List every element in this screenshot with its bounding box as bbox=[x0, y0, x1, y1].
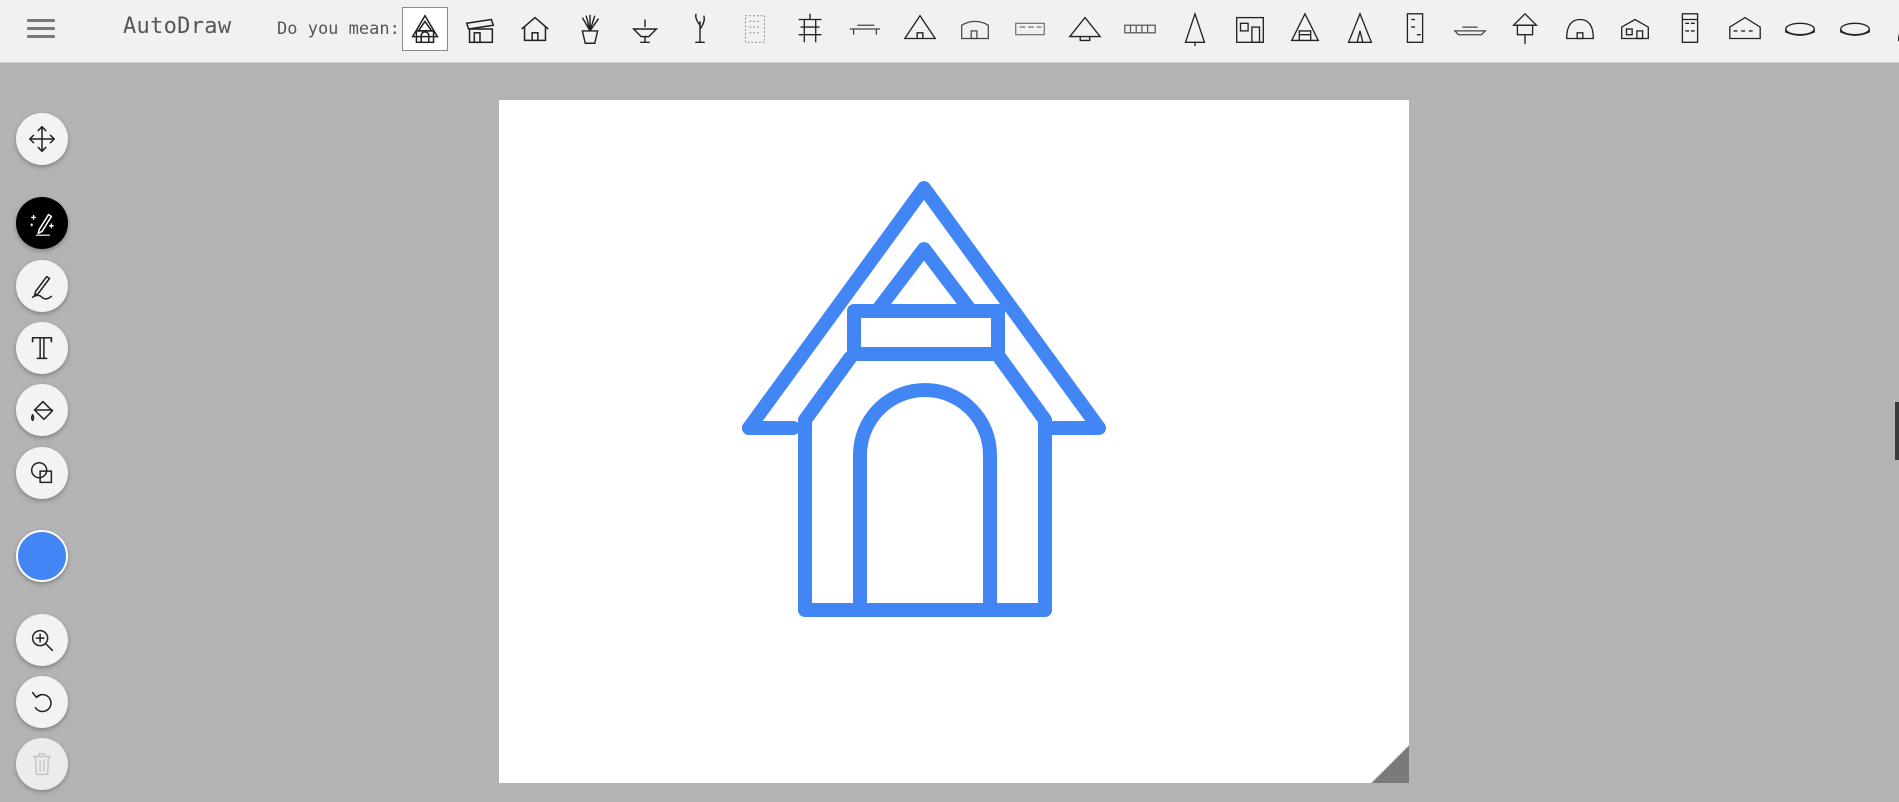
autodraw-tool[interactable] bbox=[16, 197, 68, 249]
suggestion-building-sketch[interactable] bbox=[732, 7, 778, 51]
suggestion-tipi-partial[interactable] bbox=[1887, 7, 1899, 51]
roof-beam bbox=[847, 304, 1005, 361]
suggestion-shed[interactable] bbox=[457, 7, 503, 51]
suggestion-coin[interactable] bbox=[1777, 7, 1823, 51]
scrollbar-thumb[interactable] bbox=[1895, 402, 1899, 460]
left-toolbar bbox=[0, 62, 84, 802]
suggestion-house[interactable] bbox=[512, 7, 558, 51]
suggestion-townhouse[interactable] bbox=[1667, 7, 1713, 51]
suggestion-lamp[interactable] bbox=[622, 7, 668, 51]
text-tool[interactable] bbox=[16, 322, 68, 374]
move-icon bbox=[29, 126, 55, 152]
delete-tool[interactable] bbox=[16, 738, 68, 790]
suggestion-plant-sprout[interactable] bbox=[677, 7, 723, 51]
suggestion-bridge[interactable] bbox=[842, 7, 888, 51]
suggestion-hut-2[interactable] bbox=[1062, 7, 1108, 51]
suggestion-tipi[interactable] bbox=[1337, 7, 1383, 51]
paint-bucket-icon bbox=[30, 400, 54, 422]
fill-tool[interactable] bbox=[16, 384, 68, 436]
suggestion-villa[interactable] bbox=[1722, 7, 1768, 51]
suggestion-a-frame-house[interactable] bbox=[1282, 7, 1328, 51]
canvas-resize-handle[interactable] bbox=[1370, 744, 1410, 784]
suggestion-storefront[interactable] bbox=[1227, 7, 1273, 51]
pencil-icon bbox=[31, 275, 53, 300]
app-title: AutoDraw bbox=[123, 14, 232, 39]
suggestion-tower[interactable] bbox=[1392, 7, 1438, 51]
suggestion-small-house[interactable] bbox=[1612, 7, 1658, 51]
suggestion-tree[interactable] bbox=[1172, 7, 1218, 51]
suggestion-cottage[interactable] bbox=[952, 7, 998, 51]
hamburger-menu-icon[interactable] bbox=[24, 14, 58, 48]
trash-icon bbox=[32, 752, 52, 776]
suggestion-tram[interactable] bbox=[1007, 7, 1053, 51]
suggestion-dome[interactable] bbox=[1557, 7, 1603, 51]
move-tool[interactable] bbox=[16, 113, 68, 165]
zoom-in-icon bbox=[31, 629, 54, 652]
undo-tool[interactable] bbox=[16, 676, 68, 728]
suggestion-fence[interactable] bbox=[1117, 7, 1163, 51]
suggestions-label: Do you mean: bbox=[277, 19, 400, 39]
magic-pen-icon bbox=[30, 213, 54, 236]
suggestions-list bbox=[402, 7, 1899, 55]
roof-inner-triangle bbox=[870, 242, 978, 318]
suggestion-dog-house[interactable] bbox=[402, 7, 448, 51]
text-icon bbox=[31, 336, 53, 360]
dog-house-drawing bbox=[742, 181, 1106, 617]
draw-tool[interactable] bbox=[16, 260, 68, 312]
suggestion-coin-2[interactable] bbox=[1832, 7, 1878, 51]
drawing-canvas[interactable] bbox=[499, 100, 1410, 784]
shape-tool[interactable] bbox=[16, 447, 68, 499]
door-arch bbox=[853, 383, 997, 617]
shapes-icon bbox=[30, 461, 53, 484]
suggestion-treehouse[interactable] bbox=[1502, 7, 1548, 51]
color-picker[interactable] bbox=[16, 530, 68, 582]
suggestion-potted-plant[interactable] bbox=[567, 7, 613, 51]
undo-icon bbox=[31, 691, 52, 713]
suggestion-boat[interactable] bbox=[1447, 7, 1493, 51]
suggestion-pagoda[interactable] bbox=[787, 7, 833, 51]
top-bar: AutoDraw Do you mean: bbox=[0, 0, 1899, 63]
suggestion-hut[interactable] bbox=[897, 7, 943, 51]
zoom-tool[interactable] bbox=[16, 614, 68, 666]
